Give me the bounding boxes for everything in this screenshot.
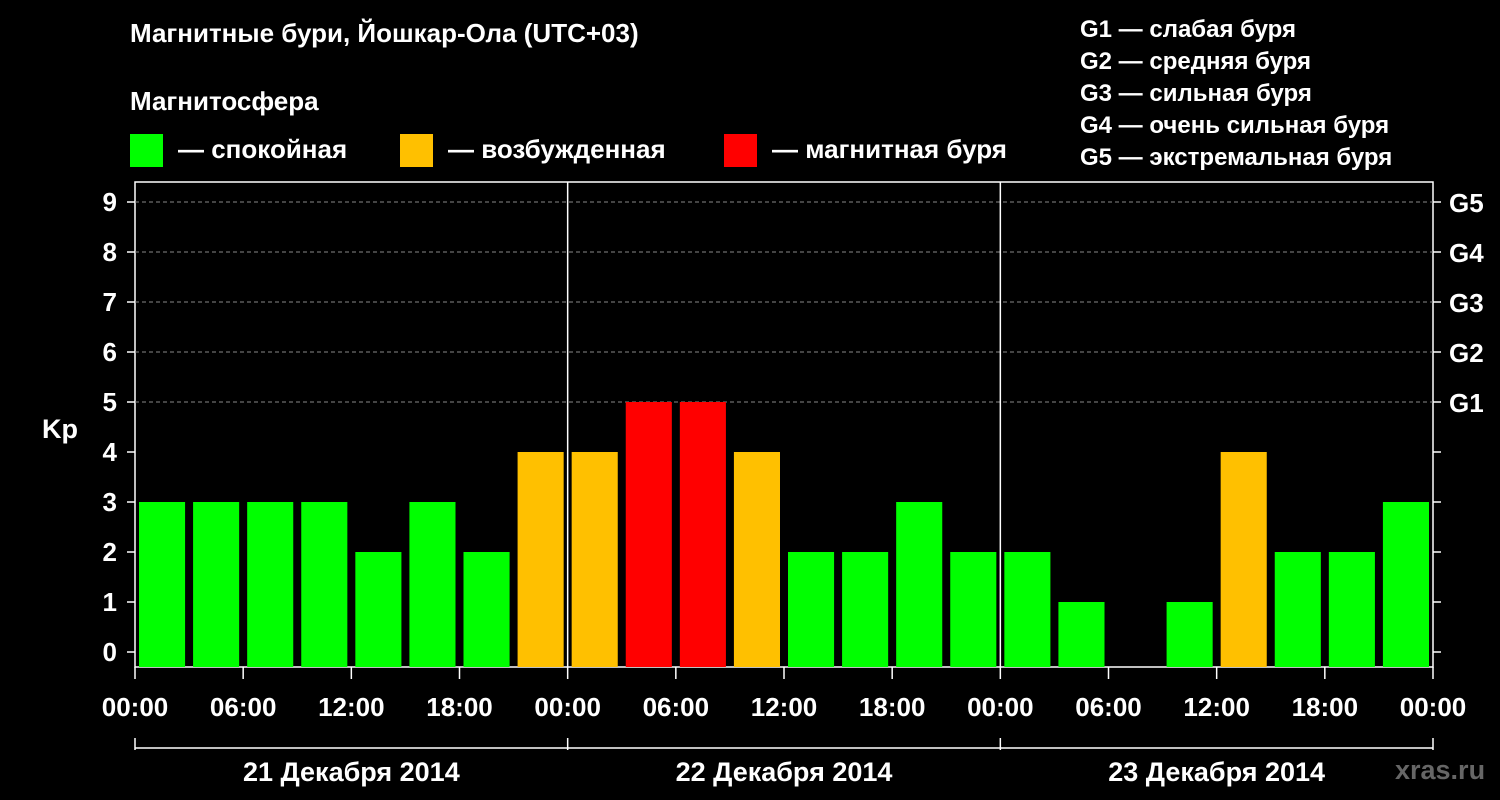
y-tick-label: 3 bbox=[103, 487, 117, 517]
x-tick-label: 12:00 bbox=[751, 692, 818, 722]
day-label: 21 Декабря 2014 bbox=[243, 757, 460, 787]
kp-bar bbox=[896, 502, 943, 667]
y-tick-label: 5 bbox=[103, 387, 117, 417]
day-label: 22 Декабря 2014 bbox=[676, 757, 893, 787]
kp-bar bbox=[1274, 552, 1321, 667]
x-tick-label: 12:00 bbox=[318, 692, 385, 722]
g-scale-label: G1 bbox=[1449, 388, 1484, 418]
y-tick-label: 2 bbox=[103, 537, 117, 567]
x-tick-label: 00:00 bbox=[102, 692, 169, 722]
kp-bar bbox=[193, 502, 240, 667]
kp-bar bbox=[1058, 602, 1105, 667]
kp-bar bbox=[1166, 602, 1213, 667]
g-scale-label: G2 bbox=[1449, 338, 1484, 368]
kp-bar bbox=[1220, 452, 1267, 667]
y-tick-label: 7 bbox=[103, 287, 117, 317]
watermark: xras.ru bbox=[1395, 755, 1486, 785]
y-tick-label: 0 bbox=[103, 637, 117, 667]
kp-bar bbox=[517, 452, 564, 667]
y-tick-label: 8 bbox=[103, 237, 117, 267]
kp-bar bbox=[409, 502, 456, 667]
kp-bar bbox=[679, 402, 726, 667]
x-tick-label: 18:00 bbox=[859, 692, 926, 722]
day-label: 23 Декабря 2014 bbox=[1108, 757, 1325, 787]
kp-bar bbox=[625, 402, 672, 667]
kp-bar bbox=[355, 552, 402, 667]
y-axis-label: Kp bbox=[42, 414, 78, 444]
x-tick-label: 12:00 bbox=[1183, 692, 1250, 722]
kp-bar bbox=[733, 452, 780, 667]
kp-bar bbox=[788, 552, 835, 667]
y-tick-label: 6 bbox=[103, 337, 117, 367]
kp-bar bbox=[1382, 502, 1429, 667]
kp-bar bbox=[463, 552, 510, 667]
kp-bar bbox=[842, 552, 889, 667]
x-tick-label: 06:00 bbox=[643, 692, 710, 722]
x-tick-label: 06:00 bbox=[1075, 692, 1142, 722]
kp-bar bbox=[139, 502, 186, 667]
kp-bar bbox=[571, 452, 618, 667]
kp-bar bbox=[1004, 552, 1051, 667]
kp-bar bbox=[301, 502, 348, 667]
x-tick-label: 00:00 bbox=[967, 692, 1034, 722]
x-tick-label: 00:00 bbox=[534, 692, 601, 722]
x-tick-label: 18:00 bbox=[1292, 692, 1359, 722]
kp-chart: 0 1 2 3 4 5 6 7 8 9 G1 G2 G3 G4 G5 Kp 00:00 06:00 12:00 18:… bbox=[42, 181, 1484, 787]
x-tick-label: 00:00 bbox=[1400, 692, 1467, 722]
g-scale-label: G4 bbox=[1449, 238, 1484, 268]
y-tick-label: 1 bbox=[103, 587, 117, 617]
x-tick-label: 06:00 bbox=[210, 692, 277, 722]
x-tick-label: 18:00 bbox=[426, 692, 493, 722]
kp-bar bbox=[1328, 552, 1375, 667]
kp-bar bbox=[950, 552, 997, 667]
y-tick-label: 4 bbox=[103, 437, 118, 467]
g-scale-label: G5 bbox=[1449, 188, 1484, 218]
y-tick-label: 9 bbox=[103, 187, 117, 217]
g-scale-label: G3 bbox=[1449, 288, 1484, 318]
kp-bar bbox=[247, 502, 294, 667]
